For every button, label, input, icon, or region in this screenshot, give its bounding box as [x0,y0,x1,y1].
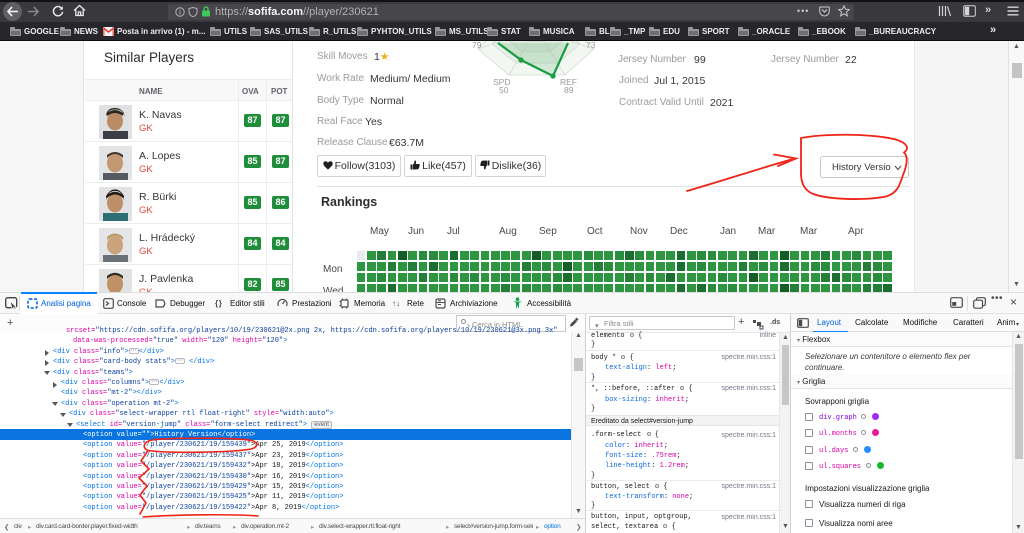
svg-text:50: 50 [499,85,509,95]
svg-text:79: 79 [472,41,482,50]
svg-text:89: 89 [564,85,574,95]
svg-text:73: 73 [586,41,596,50]
